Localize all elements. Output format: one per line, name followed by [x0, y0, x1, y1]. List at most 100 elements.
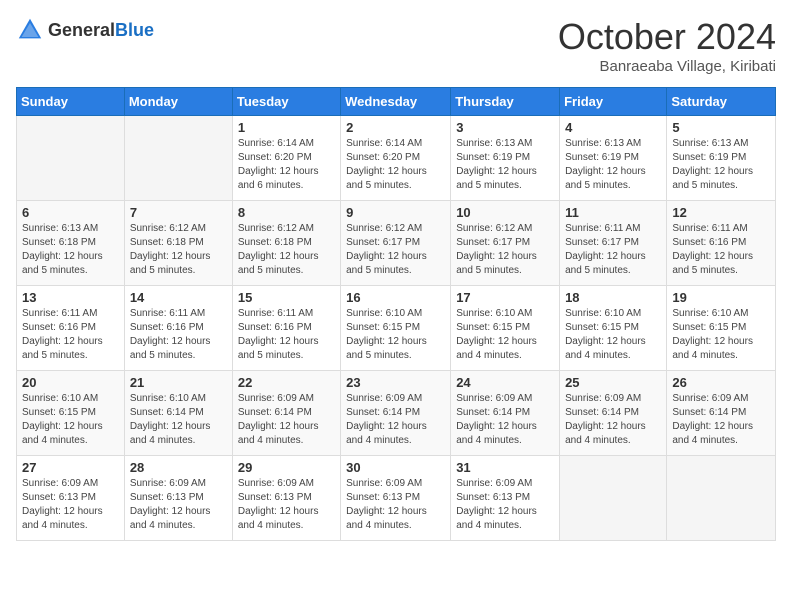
calendar-cell: 3Sunrise: 6:13 AM Sunset: 6:19 PM Daylig… — [451, 116, 560, 201]
calendar-cell: 17Sunrise: 6:10 AM Sunset: 6:15 PM Dayli… — [451, 286, 560, 371]
calendar-cell: 20Sunrise: 6:10 AM Sunset: 6:15 PM Dayli… — [17, 371, 125, 456]
week-row-3: 13 Sunrise: 6:11 AM Sunset: 6:16 PM Dayli… — [17, 286, 776, 371]
calendar-cell: 29Sunrise: 6:09 AM Sunset: 6:13 PM Dayli… — [232, 456, 340, 541]
calendar-cell — [560, 456, 667, 541]
calendar-cell: 18 Sunrise: 6:10 AM Sunset: 6:15 PM Dayli… — [560, 286, 667, 371]
logo-general: General — [48, 20, 115, 40]
month-title: October 2024 — [558, 16, 776, 58]
calendar-cell: 21 Sunrise: 6:10 AM Sunset: 6:14 PM Dayli… — [124, 371, 232, 456]
day-number: 4 — [565, 120, 661, 135]
weekday-header-tuesday: Tuesday — [232, 88, 340, 116]
calendar-cell: 27 Sunrise: 6:09 AM Sunset: 6:13 PM Dayli… — [17, 456, 125, 541]
day-number: 14 — [130, 290, 227, 305]
calendar-cell: 22 Sunrise: 6:09 AM Sunset: 6:14 PM Dayli… — [232, 371, 340, 456]
calendar-cell: 4 Sunrise: 6:13 AM Sunset: 6:19 PM Daylig… — [560, 116, 667, 201]
day-number: 9 — [346, 205, 445, 220]
day-number: 20 — [22, 375, 119, 390]
cell-info: Sunrise: 6:11 AM Sunset: 6:16 PM Dayligh… — [22, 307, 119, 363]
calendar-cell: 1 Sunrise: 6:14 AM Sunset: 6:20 PM Daylig… — [232, 116, 340, 201]
day-number: 8 — [238, 205, 335, 220]
calendar-cell: 15 Sunrise: 6:11 AM Sunset: 6:16 PM Dayli… — [232, 286, 340, 371]
day-number: 31 — [456, 460, 554, 475]
day-number: 25 — [565, 375, 661, 390]
calendar-cell: 13 Sunrise: 6:11 AM Sunset: 6:16 PM Dayli… — [17, 286, 125, 371]
calendar-cell: 5 Sunrise: 6:13 AM Sunset: 6:19 PM Daylig… — [667, 116, 776, 201]
week-row-2: 6 Sunrise: 6:13 AM Sunset: 6:18 PM Daylig… — [17, 201, 776, 286]
logo-blue: Blue — [115, 20, 154, 40]
cell-info: Sunrise: 6:10 AM Sunset: 6:14 PM Dayligh… — [130, 392, 227, 448]
cell-info: Sunrise: 6:14 AM Sunset: 6:20 PM Dayligh… — [238, 137, 335, 193]
cell-info: Sunrise: 6:13 AM Sunset: 6:18 PM Dayligh… — [22, 222, 119, 278]
day-number: 22 — [238, 375, 335, 390]
calendar-cell: 8 Sunrise: 6:12 AM Sunset: 6:18 PM Daylig… — [232, 201, 340, 286]
weekday-header-saturday: Saturday — [667, 88, 776, 116]
title-section: October 2024 Banraeaba Village, Kiribati — [558, 16, 776, 75]
calendar-cell: 10 Sunrise: 6:12 AM Sunset: 6:17 PM Dayli… — [451, 201, 560, 286]
page-header: GeneralBlue October 2024 Banraeaba Villa… — [16, 16, 776, 75]
day-number: 23 — [346, 375, 445, 390]
cell-info: Sunrise: 6:12 AM Sunset: 6:17 PM Dayligh… — [456, 222, 554, 278]
day-number: 19 — [672, 290, 770, 305]
cell-info: Sunrise: 6:13 AM Sunset: 6:19 PM Dayligh… — [565, 137, 661, 193]
cell-info: Sunrise: 6:09 AM Sunset: 6:13 PM Dayligh… — [238, 477, 335, 533]
cell-info: Sunrise: 6:13 AM Sunset: 6:19 PM Dayligh… — [456, 137, 554, 193]
cell-info: Sunrise: 6:11 AM Sunset: 6:17 PM Dayligh… — [565, 222, 661, 278]
calendar-cell — [124, 116, 232, 201]
week-row-1: 1 Sunrise: 6:14 AM Sunset: 6:20 PM Daylig… — [17, 116, 776, 201]
calendar-cell: 28Sunrise: 6:09 AM Sunset: 6:13 PM Dayli… — [124, 456, 232, 541]
day-number: 17 — [456, 290, 554, 305]
day-number: 30 — [346, 460, 445, 475]
week-row-4: 20Sunrise: 6:10 AM Sunset: 6:15 PM Dayli… — [17, 371, 776, 456]
day-number: 28 — [130, 460, 227, 475]
weekday-header-wednesday: Wednesday — [341, 88, 451, 116]
day-number: 1 — [238, 120, 335, 135]
cell-info: Sunrise: 6:11 AM Sunset: 6:16 PM Dayligh… — [238, 307, 335, 363]
calendar-cell: 19 Sunrise: 6:10 AM Sunset: 6:15 PM Dayli… — [667, 286, 776, 371]
day-number: 7 — [130, 205, 227, 220]
cell-info: Sunrise: 6:10 AM Sunset: 6:15 PM Dayligh… — [672, 307, 770, 363]
day-number: 5 — [672, 120, 770, 135]
weekday-header-sunday: Sunday — [17, 88, 125, 116]
day-number: 2 — [346, 120, 445, 135]
day-number: 26 — [672, 375, 770, 390]
cell-info: Sunrise: 6:09 AM Sunset: 6:13 PM Dayligh… — [22, 477, 119, 533]
cell-info: Sunrise: 6:09 AM Sunset: 6:13 PM Dayligh… — [346, 477, 445, 533]
logo: GeneralBlue — [16, 16, 154, 44]
cell-info: Sunrise: 6:12 AM Sunset: 6:18 PM Dayligh… — [238, 222, 335, 278]
day-number: 10 — [456, 205, 554, 220]
cell-info: Sunrise: 6:14 AM Sunset: 6:20 PM Dayligh… — [346, 137, 445, 193]
calendar-cell: 25 Sunrise: 6:09 AM Sunset: 6:14 PM Dayli… — [560, 371, 667, 456]
cell-info: Sunrise: 6:09 AM Sunset: 6:14 PM Dayligh… — [565, 392, 661, 448]
day-number: 12 — [672, 205, 770, 220]
cell-info: Sunrise: 6:11 AM Sunset: 6:16 PM Dayligh… — [130, 307, 227, 363]
cell-info: Sunrise: 6:13 AM Sunset: 6:19 PM Dayligh… — [672, 137, 770, 193]
calendar-cell: 14 Sunrise: 6:11 AM Sunset: 6:16 PM Dayli… — [124, 286, 232, 371]
calendar-cell: 23 Sunrise: 6:09 AM Sunset: 6:14 PM Dayli… — [341, 371, 451, 456]
weekday-header-thursday: Thursday — [451, 88, 560, 116]
cell-info: Sunrise: 6:12 AM Sunset: 6:18 PM Dayligh… — [130, 222, 227, 278]
calendar-cell: 6 Sunrise: 6:13 AM Sunset: 6:18 PM Daylig… — [17, 201, 125, 286]
calendar-cell: 9Sunrise: 6:12 AM Sunset: 6:17 PM Daylig… — [341, 201, 451, 286]
weekday-header-friday: Friday — [560, 88, 667, 116]
calendar-cell: 24Sunrise: 6:09 AM Sunset: 6:14 PM Dayli… — [451, 371, 560, 456]
calendar-cell: 7 Sunrise: 6:12 AM Sunset: 6:18 PM Daylig… — [124, 201, 232, 286]
cell-info: Sunrise: 6:10 AM Sunset: 6:15 PM Dayligh… — [565, 307, 661, 363]
calendar-cell: 11Sunrise: 6:11 AM Sunset: 6:17 PM Dayli… — [560, 201, 667, 286]
weekday-header-row: SundayMondayTuesdayWednesdayThursdayFrid… — [17, 88, 776, 116]
day-number: 13 — [22, 290, 119, 305]
cell-info: Sunrise: 6:09 AM Sunset: 6:13 PM Dayligh… — [456, 477, 554, 533]
day-number: 21 — [130, 375, 227, 390]
day-number: 18 — [565, 290, 661, 305]
calendar-cell: 30 Sunrise: 6:09 AM Sunset: 6:13 PM Dayli… — [341, 456, 451, 541]
day-number: 24 — [456, 375, 554, 390]
cell-info: Sunrise: 6:09 AM Sunset: 6:14 PM Dayligh… — [346, 392, 445, 448]
calendar-table: SundayMondayTuesdayWednesdayThursdayFrid… — [16, 87, 776, 541]
cell-info: Sunrise: 6:09 AM Sunset: 6:14 PM Dayligh… — [238, 392, 335, 448]
day-number: 6 — [22, 205, 119, 220]
cell-info: Sunrise: 6:11 AM Sunset: 6:16 PM Dayligh… — [672, 222, 770, 278]
calendar-cell: 12 Sunrise: 6:11 AM Sunset: 6:16 PM Dayli… — [667, 201, 776, 286]
location-title: Banraeaba Village, Kiribati — [558, 58, 776, 75]
day-number: 27 — [22, 460, 119, 475]
calendar-cell — [667, 456, 776, 541]
day-number: 15 — [238, 290, 335, 305]
